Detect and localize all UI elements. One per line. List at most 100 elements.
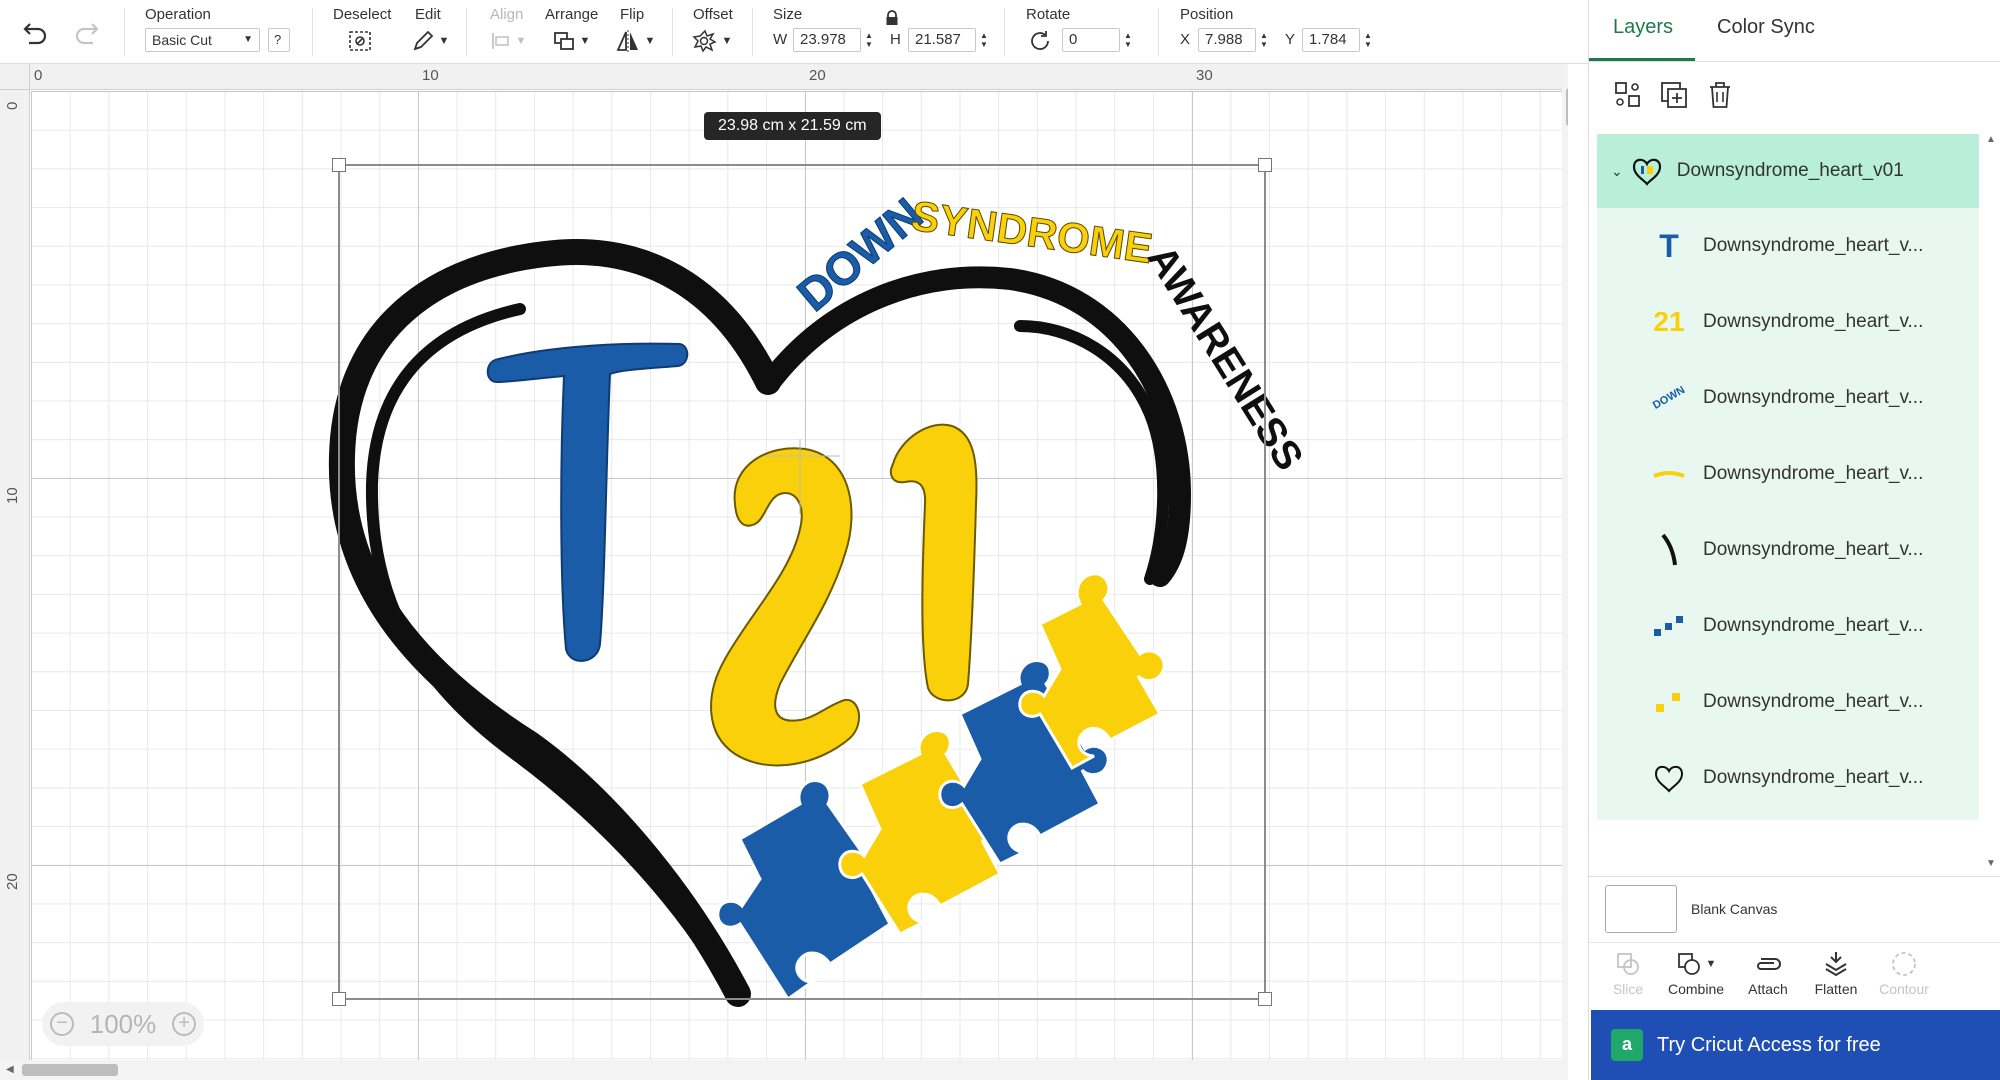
layer-item[interactable]: 21 Downsyndrome_heart_v...	[1597, 284, 1979, 360]
duplicate-button[interactable]	[1657, 78, 1691, 112]
letter-t-icon: T	[1659, 227, 1679, 264]
offset-button[interactable]: ▼	[690, 28, 734, 54]
slice-button[interactable]: Slice	[1593, 947, 1663, 1007]
resize-handle-bottom-left[interactable]	[332, 992, 346, 1006]
deselect-button[interactable]	[345, 28, 375, 54]
layer-item[interactable]: Downsyndrome_heart_v...	[1597, 588, 1979, 664]
combine-icon	[1677, 953, 1700, 975]
rotate-icon	[1031, 31, 1049, 50]
operation-value: Basic Cut	[152, 32, 212, 48]
edit-button[interactable]: ▼	[410, 28, 450, 54]
layers-scrollbar[interactable]: ▲ ▼	[1983, 134, 1999, 874]
paperclip-icon	[1757, 958, 1781, 970]
layer-item[interactable]: Downsyndrome_heart_v...	[1597, 664, 1979, 740]
undo-button[interactable]	[18, 16, 52, 50]
trash-icon	[1710, 82, 1730, 108]
position-label: Position	[1180, 6, 1234, 23]
combine-button[interactable]: ▼ Combine	[1661, 947, 1731, 1007]
chevron-down-icon: ▼	[243, 34, 253, 45]
rotate-label: Rotate	[1026, 6, 1071, 23]
attach-button[interactable]: Attach	[1733, 947, 1803, 1007]
y-position-stepper[interactable]: ▲ ▼	[1361, 28, 1375, 52]
lock-icon	[886, 10, 898, 25]
design-canvas[interactable]: 0 10 20 30 0 10 20 DOWN SYNDROME AWARENE…	[0, 64, 1568, 1080]
operation-select[interactable]: Basic Cut ▼	[145, 28, 260, 52]
layer-group[interactable]: ⌄ Downsyndrome_heart_v01	[1597, 134, 1979, 208]
width-stepper[interactable]: ▲ ▼	[862, 28, 876, 52]
resize-handle-top-left[interactable]	[332, 158, 346, 172]
layer-item[interactable]: T Downsyndrome_heart_v...	[1597, 208, 1979, 284]
undo-icon	[23, 23, 47, 45]
resize-handle-bottom-right[interactable]	[1258, 992, 1272, 1006]
tab-layers[interactable]: Layers	[1613, 16, 1673, 39]
canvas-color-swatch[interactable]	[1605, 885, 1677, 933]
layer-item-name: Downsyndrome_heart_v...	[1703, 235, 1924, 256]
layer-item-name: Downsyndrome_heart_v...	[1703, 311, 1924, 332]
flatten-button[interactable]: Flatten	[1801, 947, 1871, 1007]
y-prefix: Y	[1285, 31, 1296, 48]
operation-help-button[interactable]: ?	[268, 28, 290, 52]
y-position-input[interactable]: 1.784	[1302, 28, 1360, 52]
cricut-access-promo[interactable]: a Try Cricut Access for free	[1591, 1010, 2000, 1080]
panel-tabs: Layers Color Sync	[1589, 0, 2000, 62]
zoom-out-button[interactable]: −	[49, 1012, 74, 1036]
offset-label: Offset	[693, 6, 733, 23]
help-icon: ?	[274, 32, 282, 47]
layer-item[interactable]: Downsyndrome_heart_v...	[1597, 740, 1979, 816]
dimension-tooltip: 23.98 cm x 21.59 cm	[704, 112, 881, 140]
scroll-up-arrow[interactable]: ▲	[1566, 70, 1568, 81]
vertical-scrollbar[interactable]: ▲ ▼	[1562, 64, 1568, 1080]
lock-aspect-button[interactable]	[882, 8, 902, 28]
scroll-down-arrow[interactable]: ▼	[1986, 858, 1996, 869]
chevron-down-icon[interactable]: ⌄	[1611, 163, 1623, 180]
number-21-icon: 21	[1653, 306, 1685, 337]
tab-color-sync[interactable]: Color Sync	[1717, 16, 1815, 39]
flatten-icon	[1825, 952, 1847, 977]
delete-button[interactable]	[1703, 78, 1737, 112]
flatten-label: Flatten	[1814, 981, 1858, 997]
rotate-stepper[interactable]: ▲ ▼	[1121, 28, 1135, 52]
selection-bounding-box[interactable]	[332, 158, 1272, 1006]
group-button[interactable]	[1611, 78, 1645, 112]
scroll-left-arrow[interactable]: ◀	[6, 1064, 14, 1075]
horizontal-scrollbar[interactable]: ◀	[0, 1060, 1562, 1080]
combine-label: Combine	[1667, 981, 1725, 997]
layer-item-name: Downsyndrome_heart_v...	[1703, 539, 1924, 560]
scroll-down-arrow[interactable]: ▼	[1566, 1036, 1568, 1047]
flip-button[interactable]: ▼	[614, 28, 656, 54]
edit-label: Edit	[415, 6, 441, 23]
layers-panel: Layers Color Sync ⌄ Downsyndrome_heart_v…	[1588, 0, 2000, 1080]
width-input[interactable]: 23.978	[793, 28, 861, 52]
redo-button[interactable]	[70, 16, 104, 50]
attach-label: Attach	[1748, 981, 1788, 997]
scroll-up-arrow[interactable]: ▲	[1986, 134, 1996, 145]
x-position-input[interactable]: 7.988	[1198, 28, 1256, 52]
blank-canvas-row[interactable]: Blank Canvas	[1589, 876, 2000, 940]
slice-icon	[1617, 953, 1639, 975]
height-input[interactable]: 21.587	[908, 28, 976, 52]
zoom-in-button[interactable]: +	[172, 1012, 197, 1036]
rotate-input[interactable]: 0	[1062, 28, 1120, 52]
layer-item[interactable]: DOWN Downsyndrome_heart_v...	[1597, 360, 1979, 436]
vertical-scroll-thumb[interactable]	[1566, 88, 1568, 126]
flip-icon	[616, 30, 638, 52]
x-position-stepper[interactable]: ▲ ▼	[1257, 28, 1271, 52]
down-text-icon: DOWN	[1650, 384, 1688, 412]
arrange-button[interactable]: ▼	[550, 28, 592, 54]
height-stepper[interactable]: ▲ ▼	[977, 28, 991, 52]
layer-tools	[1589, 62, 2000, 128]
layer-item[interactable]: Downsyndrome_heart_v...	[1597, 512, 1979, 588]
resize-handle-top-right[interactable]	[1258, 158, 1272, 172]
align-button[interactable]: ▼	[488, 28, 528, 54]
horizontal-scroll-thumb[interactable]	[22, 1064, 118, 1076]
zoom-control: − 100% +	[42, 1002, 204, 1046]
chevron-down-icon: ▼	[644, 35, 656, 47]
zoom-level: 100%	[89, 1008, 157, 1039]
width-prefix: W	[773, 31, 788, 48]
contour-button[interactable]: Contour	[1869, 947, 1939, 1007]
operation-label: Operation	[145, 6, 211, 23]
layer-item[interactable]: Downsyndrome_heart_v...	[1597, 436, 1979, 512]
rotate-icon-button[interactable]	[1026, 28, 1054, 54]
contour-icon	[1892, 952, 1916, 976]
syndrome-text-icon	[1649, 454, 1689, 494]
